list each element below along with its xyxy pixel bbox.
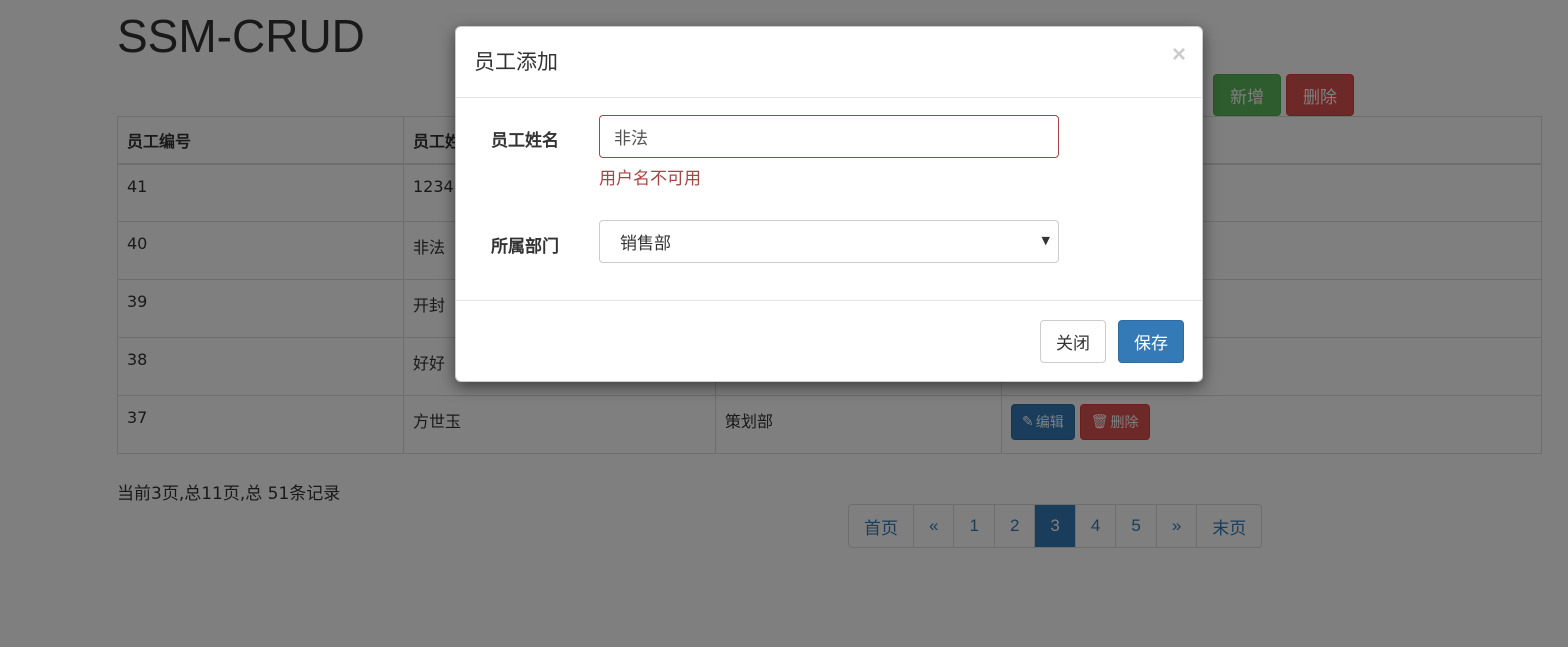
add-employee-modal: 员工添加 × 员工姓名 非法 用户名不可用 所属部门 销售部 ▼ 关闭 保存 [455, 26, 1203, 382]
caret-down-icon: ▼ [1041, 234, 1050, 247]
employee-name-value: 非法 [614, 129, 648, 149]
modal-actions: 关闭 保存 [1040, 320, 1184, 363]
save-button[interactable]: 保存 [1118, 320, 1184, 363]
modal-title: 员工添加 [474, 50, 558, 74]
modal-header: 员工添加 × [456, 27, 1202, 98]
name-error-message: 用户名不可用 [599, 169, 701, 189]
close-icon[interactable]: × [1172, 41, 1186, 69]
dept-label: 所属部门 [491, 237, 559, 257]
modal-footer: 关闭 保存 [456, 300, 1202, 382]
department-selected-value: 销售部 [620, 234, 671, 254]
name-label: 员工姓名 [491, 131, 559, 151]
close-button[interactable]: 关闭 [1040, 320, 1106, 363]
employee-name-input[interactable]: 非法 [599, 115, 1059, 158]
department-select[interactable]: 销售部 ▼ [599, 220, 1059, 263]
